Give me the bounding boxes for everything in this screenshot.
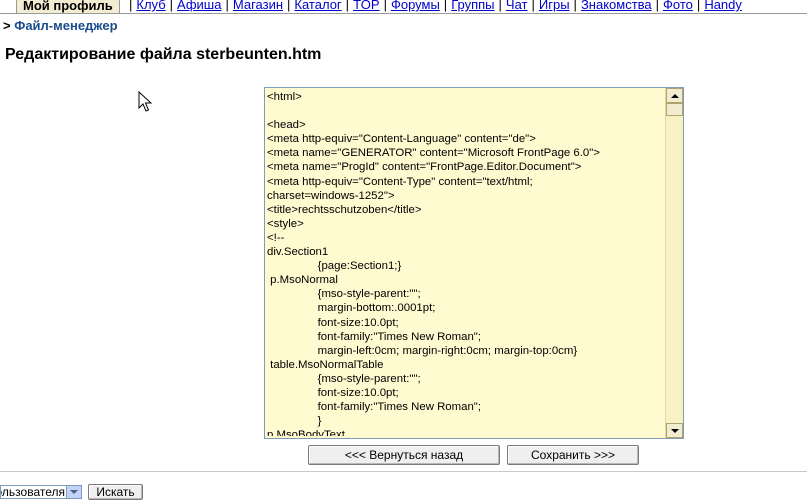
- nav-separator: |: [225, 0, 229, 12]
- nav-separator: |: [169, 0, 174, 12]
- arrow-up-icon: [670, 93, 679, 98]
- nav-separator: |: [443, 0, 448, 12]
- file-content-textarea[interactable]: <html> <head> <meta http-equiv="Content-…: [264, 87, 684, 439]
- nav-link-groups[interactable]: Группы: [451, 0, 494, 12]
- nav-separator: |: [345, 0, 350, 12]
- arrow-down-icon: [670, 428, 679, 433]
- search-type-value: пользователя: [1, 485, 65, 499]
- search-type-select[interactable]: пользователя: [0, 485, 82, 499]
- nav-link-catalog[interactable]: Каталог: [294, 0, 341, 12]
- nav-link-chat[interactable]: Чат: [506, 0, 528, 12]
- nav-separator: |: [531, 0, 535, 12]
- file-content-text[interactable]: <html> <head> <meta http-equiv="Content-…: [267, 90, 663, 436]
- editor-scrollbar[interactable]: [665, 88, 683, 438]
- nav-link-afisha[interactable]: Афиша: [177, 0, 221, 12]
- scroll-down-button[interactable]: [666, 423, 683, 438]
- mouse-cursor-icon: [138, 91, 152, 112]
- tab-my-profile[interactable]: Мой профиль: [16, 0, 120, 14]
- nav-link-club[interactable]: Клуб: [136, 0, 165, 12]
- nav-link-forums[interactable]: Форумы: [391, 0, 440, 12]
- nav-separator: |: [287, 0, 291, 12]
- nav-link-games[interactable]: Игры: [539, 0, 570, 12]
- nav-separator: |: [129, 0, 133, 12]
- breadcrumb: > Файл-менеджер: [3, 18, 118, 33]
- breadcrumb-prefix: >: [3, 18, 11, 33]
- nav-link-top[interactable]: TOP: [353, 0, 380, 12]
- breadcrumb-link-file-manager[interactable]: Файл-менеджер: [14, 18, 117, 33]
- chevron-down-icon[interactable]: [66, 486, 81, 498]
- nav-link-photo[interactable]: Фото: [663, 0, 693, 12]
- scroll-thumb[interactable]: [666, 103, 683, 116]
- nav-separator: |: [573, 0, 577, 12]
- nav-separator: |: [383, 0, 387, 12]
- top-navigation: Мой профиль | Клуб | Афиша | Магазин | Каталог |…: [0, 0, 807, 14]
- nav-links: | Клуб | Афиша | Магазин | Каталог | TOP | Форумы | Г…: [125, 0, 742, 12]
- nav-separator: |: [655, 0, 660, 12]
- nav-separator: |: [696, 0, 701, 12]
- nav-divider: [0, 13, 807, 14]
- nav-link-dating[interactable]: Знакомства: [581, 0, 652, 12]
- nav-link-handy[interactable]: Handy: [704, 0, 742, 12]
- scroll-up-button[interactable]: [666, 88, 683, 103]
- nav-link-shop[interactable]: Магазин: [233, 0, 283, 12]
- save-button[interactable]: Сохранить >>>: [507, 445, 639, 465]
- back-button[interactable]: <<< Вернуться назад: [308, 445, 500, 465]
- page-title: Редактирование файла sterbeunten.htm: [5, 46, 322, 63]
- search-button[interactable]: Искать: [88, 484, 143, 500]
- nav-separator: |: [498, 0, 502, 12]
